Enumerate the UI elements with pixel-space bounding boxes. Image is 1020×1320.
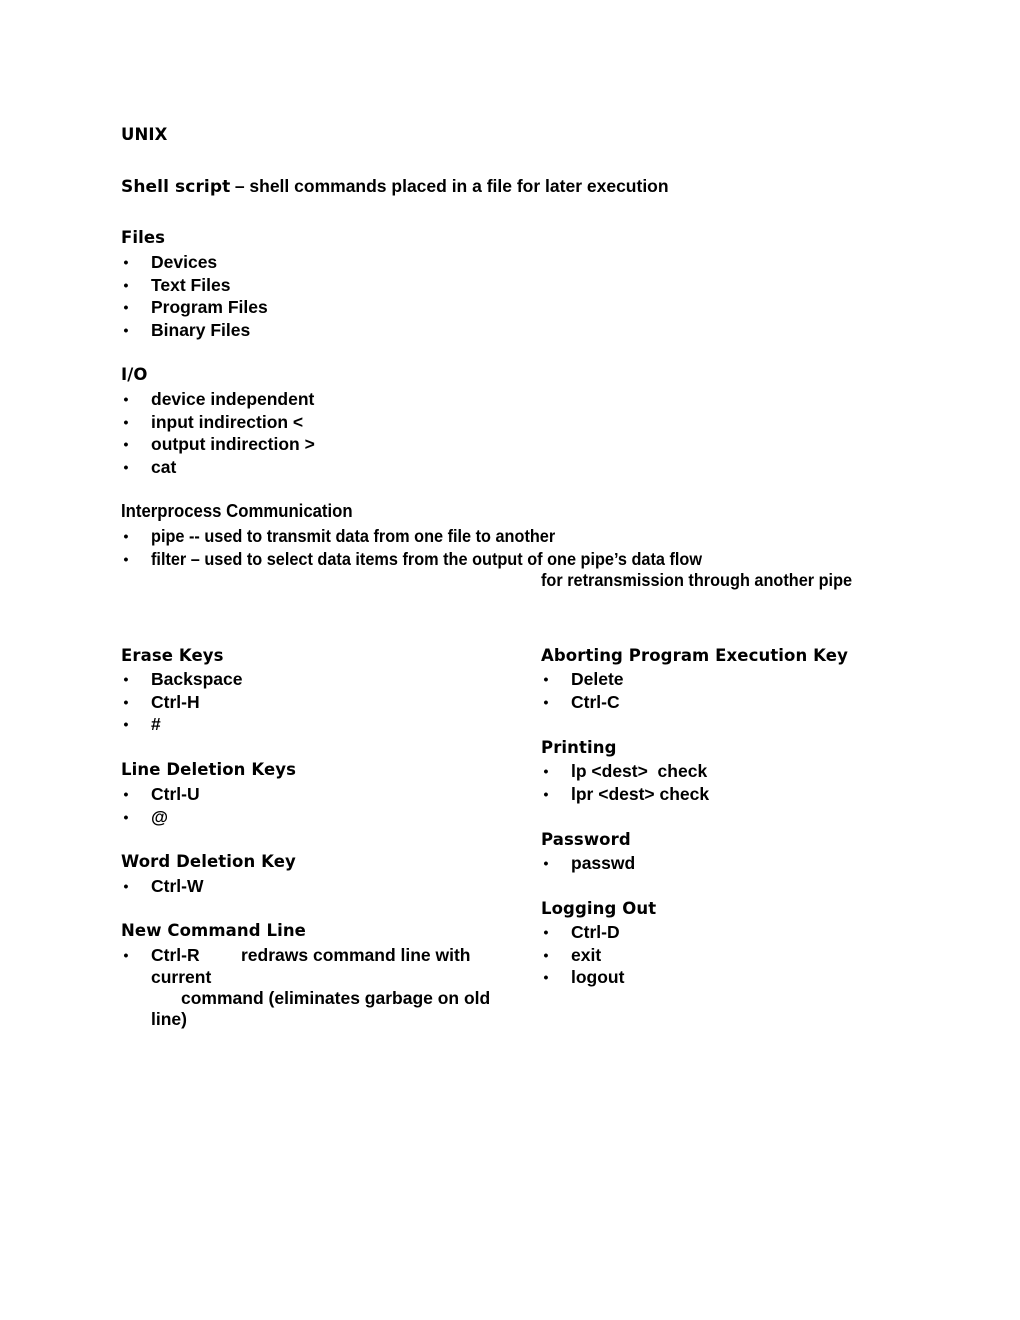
bullet-icon: • [123, 459, 129, 476]
new-command-line-heading: New Command Line [121, 921, 306, 940]
list-item: • logout [541, 966, 625, 989]
bullet-icon: • [123, 276, 129, 293]
definition-term: Shell script [121, 177, 231, 197]
document-page: UNIX Shell script – shell commands place… [0, 0, 1020, 1320]
ipc-heading: Interprocess Communication [121, 501, 353, 521]
bullet-icon: • [123, 878, 129, 894]
list-item: • Devices [121, 251, 268, 274]
bullet-icon: • [543, 693, 549, 710]
password-heading: Password [541, 830, 631, 849]
io-heading: I/O [121, 365, 148, 384]
erase-keys-heading: Erase Keys [121, 646, 224, 665]
bullet-icon: • [123, 671, 129, 687]
bullet-icon: • [123, 550, 129, 567]
bullet-icon: • [123, 786, 129, 802]
list-item: • Ctrl-D [541, 921, 624, 944]
bullet-icon: • [543, 763, 549, 779]
bullet-icon: • [543, 946, 549, 963]
list-item: • lpr <dest> check [541, 783, 710, 806]
ctrl-r-desc-line-3: command (eliminates garbage on old [181, 988, 491, 1008]
list-item: • # [121, 713, 242, 736]
list-item: • cat [121, 456, 315, 479]
ctrl-r-desc-line-4: line) [151, 1009, 187, 1029]
io-list: • device independent • input indirection <… [121, 388, 315, 479]
list-item: • exit [541, 944, 624, 967]
word-deletion-key-list: • Ctrl-W [121, 875, 204, 898]
logging-out-heading: Logging Out [541, 899, 657, 918]
bullet-icon: • [123, 254, 129, 270]
definition-description: – shell commands placed in a file for la… [234, 176, 669, 196]
bullet-icon: • [123, 413, 129, 430]
list-item: • passwd [541, 852, 636, 875]
bullet-icon: • [123, 693, 129, 710]
bullet-icon: • [123, 436, 129, 453]
list-item: • output indirection > [121, 433, 315, 456]
line-deletion-keys-heading: Line Deletion Keys [121, 760, 297, 779]
list-item: • Ctrl-U [121, 783, 200, 806]
ipc-continuation: for retransmission through another pipe [541, 570, 853, 590]
list-item: • pipe -- used to transmit data from one … [121, 525, 743, 548]
bullet-icon: • [123, 299, 129, 316]
list-item: • input indirection < [121, 411, 315, 434]
printing-list: • lp <dest> check • lpr <dest> check [541, 760, 710, 806]
list-item: • Ctrl-H [121, 691, 242, 714]
bullet-icon: • [543, 785, 549, 802]
ipc-list: • pipe -- used to transmit data from one … [121, 525, 743, 570]
bullet-icon: • [543, 924, 549, 940]
document-title: UNIX [121, 125, 168, 144]
printing-heading: Printing [541, 738, 617, 757]
word-deletion-key-heading: Word Deletion Key [121, 852, 296, 871]
ctrl-r-desc-line-1: redraws command line with [241, 945, 471, 965]
list-item: • Ctrl-C [541, 691, 624, 714]
shell-script-definition: Shell script – shell commands placed in … [121, 176, 669, 197]
list-item: • Backspace [121, 668, 243, 691]
bullet-icon: • [123, 716, 129, 733]
bullet-icon: • [543, 969, 549, 986]
ctrl-r-desc-line-2: current [151, 967, 212, 987]
aborting-heading: Aborting Program Execution Key [541, 646, 848, 665]
bullet-icon: • [123, 528, 129, 544]
files-list: • Devices • Text Files • Program Files • Bin… [121, 251, 268, 342]
list-item: • Delete [541, 668, 624, 691]
bullet-icon: • [123, 808, 129, 825]
ctrl-r-key: Ctrl-R [151, 945, 200, 965]
list-item: • Program Files [121, 296, 268, 319]
list-item: • Ctrl-W [121, 875, 204, 898]
bullet-icon: • [123, 947, 129, 963]
bullet-icon: • [123, 391, 129, 407]
password-list: • passwd [541, 852, 636, 875]
list-item: • filter – used to select data items from… [121, 548, 743, 571]
bullet-icon: • [543, 671, 549, 687]
list-item: • Text Files [121, 274, 268, 297]
list-item: • lp <dest> check [541, 760, 709, 783]
bullet-icon: • [123, 322, 129, 339]
list-item: • device independent [121, 388, 315, 411]
line-deletion-keys-list: • Ctrl-U • @ [121, 783, 200, 828]
aborting-list: • Delete • Ctrl-C [541, 668, 624, 713]
list-item: • @ [121, 806, 200, 829]
logging-out-list: • Ctrl-D • exit • logout [541, 921, 625, 989]
list-item: • Binary Files [121, 319, 268, 342]
files-heading: Files [121, 228, 166, 247]
erase-keys-list: • Backspace • Ctrl-H • # [121, 668, 243, 736]
bullet-icon: • [543, 855, 549, 871]
